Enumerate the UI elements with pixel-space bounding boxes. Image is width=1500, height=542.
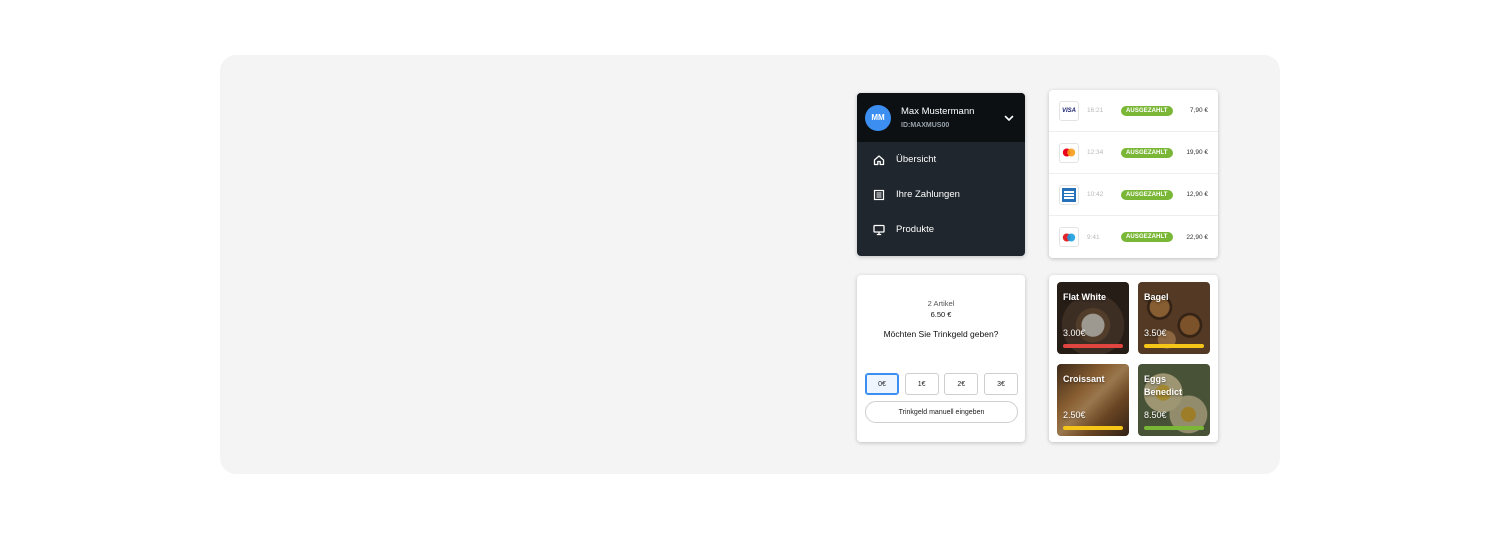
- tip-option-0-button[interactable]: 0€: [865, 373, 899, 395]
- transaction-time: 10:42: [1087, 191, 1104, 198]
- product-tile-flat-white[interactable]: Flat White 3.00€: [1057, 282, 1129, 354]
- status-badge: AUSGEZAHLT: [1121, 105, 1173, 116]
- amex-icon: [1059, 184, 1079, 205]
- chevron-down-icon[interactable]: [1003, 112, 1015, 124]
- tip-option-1-button[interactable]: 1€: [904, 373, 939, 395]
- product-color-bar: [1063, 426, 1123, 430]
- product-color-bar: [1144, 426, 1204, 430]
- product-name: Eggs Benedict: [1144, 374, 1183, 397]
- visa-label: VISA: [1061, 107, 1076, 114]
- transactions-list: VISA 16:21 AUSGEZAHLT 7,90 € 12:34 AUSGE…: [1049, 90, 1218, 258]
- product-name: Bagel: [1144, 292, 1169, 302]
- transaction-amount: 22,90 €: [1186, 233, 1208, 241]
- user-header[interactable]: MM Max Mustermann ID:MAXMUS00: [857, 93, 1025, 142]
- tip-card: 2 Artikel 6.50 € Möchten Sie Trinkgeld g…: [857, 275, 1025, 442]
- transaction-time: 12:34: [1087, 149, 1104, 156]
- product-price: 3.50€: [1144, 328, 1167, 338]
- product-price: 8.50€: [1144, 410, 1167, 420]
- product-price: 3.00€: [1063, 328, 1086, 338]
- product-tile-bagel[interactable]: Bagel 3.50€: [1138, 282, 1210, 354]
- nav-item-label: Produkte: [896, 224, 935, 235]
- status-badge: AUSGEZAHLT: [1121, 232, 1173, 242]
- product-color-bar: [1144, 344, 1204, 348]
- nav-item-label: Übersicht: [896, 154, 937, 165]
- tip-question: Möchten Sie Trinkgeld geben?: [883, 329, 999, 339]
- list-icon: [873, 189, 885, 200]
- products-grid: Flat White 3.00€ Bagel 3.50€ Croissant 2…: [1049, 275, 1218, 442]
- transaction-time: 16:21: [1087, 107, 1104, 114]
- mastercard-icon: [1059, 142, 1079, 163]
- nav-list: Übersicht Ihre Zahlungen Produkte: [857, 142, 1025, 247]
- transaction-row[interactable]: 12:34 AUSGEZAHLT 19,90 €: [1049, 132, 1218, 174]
- monitor-icon: [873, 224, 885, 235]
- visa-icon: VISA: [1059, 100, 1079, 121]
- order-total: 6.50 €: [930, 310, 952, 319]
- avatar: MM: [865, 104, 891, 131]
- transaction-row[interactable]: 9:41 AUSGEZAHLT 22,90 €: [1049, 216, 1218, 258]
- product-name: Flat White: [1063, 292, 1106, 302]
- transaction-amount: 12,90 €: [1186, 191, 1208, 198]
- transaction-row[interactable]: VISA 16:21 AUSGEZAHLT 7,90 €: [1049, 90, 1218, 132]
- item-count: 2 Artikel: [927, 299, 955, 308]
- nav-item-label: Ihre Zahlungen: [896, 189, 960, 200]
- tip-option-3-button[interactable]: 3€: [983, 373, 1018, 395]
- nav-item-payments[interactable]: Ihre Zahlungen: [857, 177, 1025, 212]
- user-info: Max Mustermann ID:MAXMUS00: [901, 106, 1003, 129]
- transaction-amount: 7,90 €: [1189, 107, 1208, 114]
- transaction-row[interactable]: 10:42 AUSGEZAHLT 12,90 €: [1049, 174, 1218, 216]
- transaction-time: 9:41: [1087, 233, 1100, 241]
- product-name: Croissant: [1063, 374, 1105, 384]
- maestro-icon: [1059, 227, 1079, 247]
- status-badge: AUSGEZAHLT: [1121, 147, 1173, 158]
- product-color-bar: [1063, 344, 1123, 348]
- transaction-amount: 19,90 €: [1186, 149, 1208, 156]
- nav-item-products[interactable]: Produkte: [857, 212, 1025, 247]
- user-id: ID:MAXMUS00: [901, 122, 950, 129]
- status-badge: AUSGEZAHLT: [1121, 189, 1173, 200]
- navigation-menu: MM Max Mustermann ID:MAXMUS00 Übersicht …: [857, 93, 1025, 256]
- product-tile-eggs-benedict[interactable]: Eggs Benedict 8.50€: [1138, 364, 1210, 436]
- product-price: 2.50€: [1063, 410, 1086, 420]
- tip-option-2-button[interactable]: 2€: [944, 373, 979, 395]
- nav-item-overview[interactable]: Übersicht: [857, 142, 1025, 177]
- home-icon: [873, 154, 885, 165]
- product-tile-croissant[interactable]: Croissant 2.50€: [1057, 364, 1129, 436]
- tip-options: 0€ 1€ 2€ 3€: [865, 373, 1018, 395]
- manual-tip-button[interactable]: Trinkgeld manuell eingeben: [865, 401, 1018, 423]
- user-name: Max Mustermann: [901, 106, 975, 117]
